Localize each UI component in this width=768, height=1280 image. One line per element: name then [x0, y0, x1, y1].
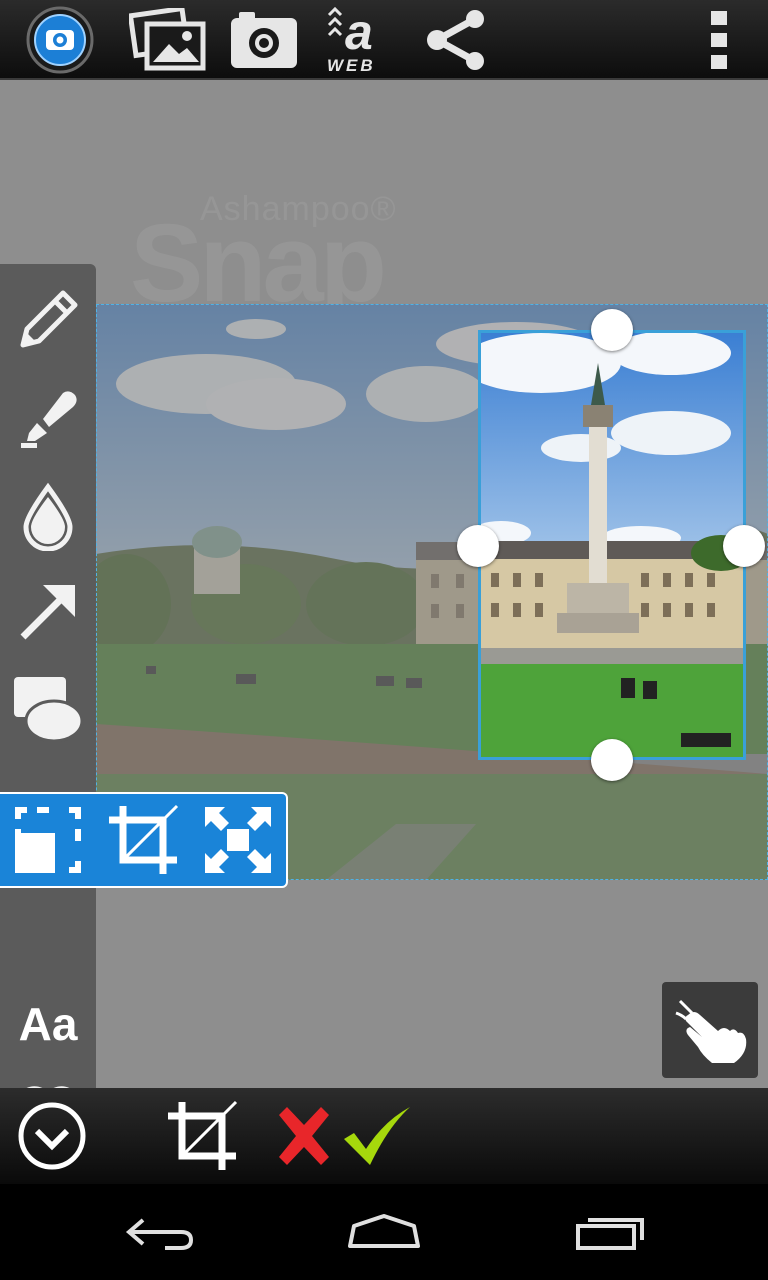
marker-icon: [21, 391, 77, 448]
collapse-chevron-icon: [18, 1102, 86, 1170]
recents-icon: [576, 1218, 644, 1250]
marker-tool[interactable]: [0, 370, 96, 466]
top-toolbar: a WEB: [0, 0, 768, 80]
blur-tool[interactable]: [0, 468, 96, 564]
share-icon: [427, 10, 484, 70]
arrow-tool[interactable]: [0, 564, 96, 660]
cancel-icon: [279, 1107, 329, 1165]
stamp-tool[interactable]: [0, 1068, 96, 1088]
blur-drop-icon: [23, 482, 73, 551]
home-button[interactable]: [314, 1184, 454, 1280]
touch-mode-button[interactable]: [662, 982, 758, 1078]
crop-icon: [168, 1100, 238, 1170]
web-letter: a: [345, 5, 373, 60]
crop-handle-left[interactable]: [457, 525, 499, 567]
pencil-icon: [20, 290, 78, 348]
crop-icon: [108, 804, 179, 874]
crop-select-button[interactable]: [0, 794, 95, 886]
text-tool-label: Aa: [18, 998, 78, 1050]
crop-handle-right[interactable]: [723, 525, 765, 567]
back-icon: [125, 1218, 194, 1250]
selection-scene: [481, 333, 743, 757]
home-icon: [348, 1214, 420, 1248]
shapes-icon: [14, 677, 84, 743]
fit-expand-button[interactable]: [191, 794, 286, 886]
overflow-menu-button[interactable]: [696, 0, 744, 80]
confirm-button[interactable]: [340, 1088, 414, 1184]
shapes-tool[interactable]: [0, 660, 96, 756]
cancel-button[interactable]: [272, 1088, 336, 1184]
crop-mode-button[interactable]: [162, 1088, 242, 1184]
action-bar: [0, 1088, 768, 1184]
crop-handle-bottom[interactable]: [591, 739, 633, 781]
share-button[interactable]: [420, 0, 492, 80]
confirm-icon: [344, 1107, 410, 1165]
arrow-icon: [20, 585, 75, 640]
touch-hand-icon: [675, 999, 747, 1063]
gallery-button[interactable]: [126, 0, 210, 80]
pencil-tool[interactable]: [0, 272, 96, 368]
recents-button[interactable]: [540, 1184, 680, 1280]
crop-selection[interactable]: [478, 330, 746, 760]
take-photo-button[interactable]: [228, 0, 300, 80]
gallery-icon: [129, 8, 206, 71]
web-label: WEB: [327, 56, 376, 75]
text-tool[interactable]: Aa: [0, 976, 96, 1072]
crop-select-icon: [14, 807, 81, 873]
collapse-button[interactable]: [12, 1088, 92, 1184]
system-navigation-bar: [0, 1184, 768, 1280]
back-button[interactable]: [90, 1184, 230, 1280]
crop-tools-bar: [0, 792, 288, 888]
tool-strip: Aa: [0, 264, 96, 1088]
crop-button[interactable]: [95, 794, 190, 886]
camera-lens-icon: [26, 6, 94, 74]
editor-canvas[interactable]: Ashampoo® Snap Aa: [0, 80, 768, 1088]
web-icon: a WEB: [327, 5, 376, 75]
crop-handle-top[interactable]: [591, 309, 633, 351]
fit-expand-icon: [205, 807, 272, 873]
photo-camera-icon: [231, 12, 297, 68]
camera-lens-button[interactable]: [20, 0, 100, 80]
overflow-menu-icon: [711, 11, 727, 69]
web-upload-button[interactable]: a WEB: [320, 0, 392, 80]
